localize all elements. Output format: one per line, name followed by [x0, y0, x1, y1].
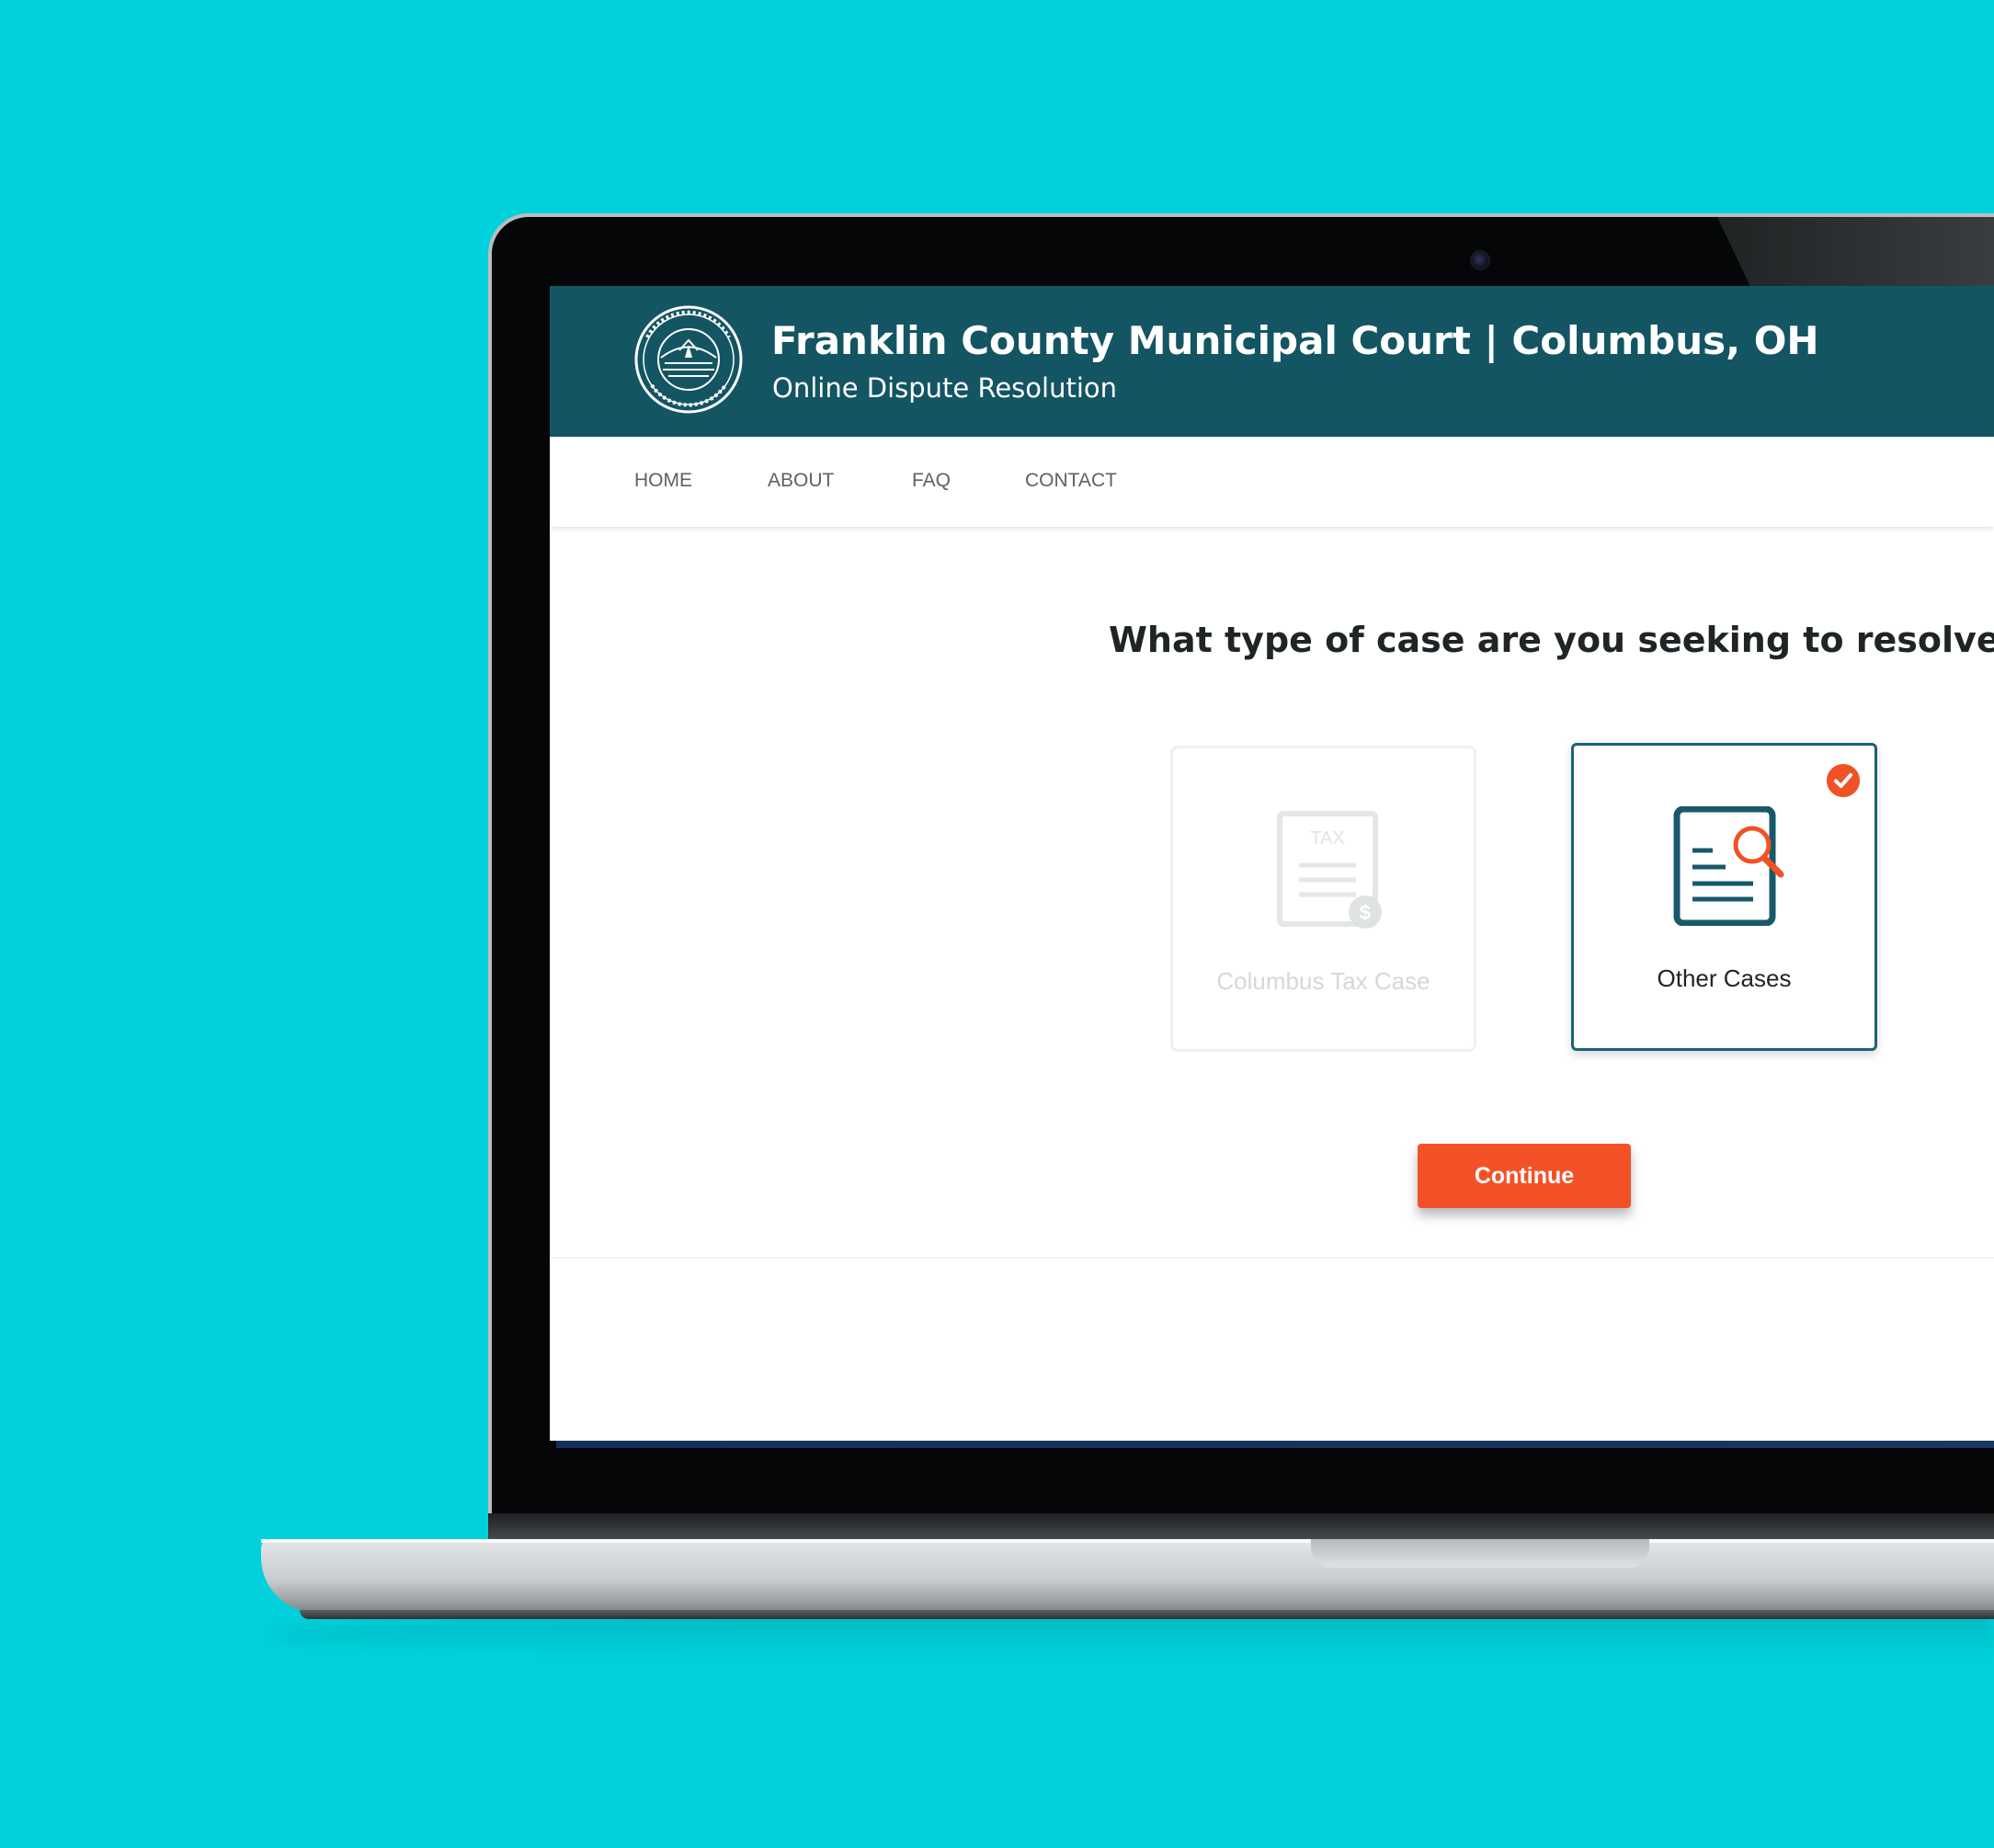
columbus-tax-case-label: Columbus Tax Case: [1216, 967, 1430, 995]
continue-button[interactable]: Continue: [1418, 1144, 1631, 1208]
bezel-glare: [1717, 217, 1994, 287]
page-subtitle: Online Dispute Resolution: [772, 372, 1118, 404]
site-header: Franklin County Municipal Court | Columb…: [550, 286, 1994, 437]
laptop-base: [261, 1539, 1994, 1613]
main-navigation: HOME ABOUT FAQ CONTACT: [550, 437, 1994, 527]
other-cases-option[interactable]: Other Cases: [1571, 743, 1877, 1051]
page-title: Franklin County Municipal Court | Columb…: [771, 318, 1819, 363]
content-divider: [550, 1257, 1994, 1259]
screen-bottom-strip: [556, 1441, 1994, 1448]
tax-document-icon: TAX $: [1277, 811, 1382, 929]
document-search-icon: [1673, 806, 1784, 926]
nav-about-link[interactable]: ABOUT: [768, 468, 834, 494]
nav-home-link[interactable]: HOME: [634, 468, 692, 494]
laptop-base-underside: [300, 1610, 1994, 1619]
laptop-mockup-scene: Franklin County Municipal Court | Columb…: [0, 0, 1994, 1848]
svg-text:$: $: [1360, 901, 1371, 924]
other-cases-label: Other Cases: [1657, 964, 1792, 992]
columbus-tax-case-option[interactable]: TAX $ Columbus Tax Case: [1170, 746, 1476, 1052]
browser-screen: Franklin County Municipal Court | Columb…: [550, 286, 1994, 1441]
selected-check-icon: [1827, 764, 1860, 797]
nav-faq-link[interactable]: FAQ: [912, 468, 951, 494]
laptop-base-highlight: [261, 1539, 1994, 1543]
tax-icon-text: TAX: [1310, 828, 1344, 849]
case-type-question: What type of case are you seeking to res…: [1109, 620, 1994, 660]
laptop-opening-notch: [1311, 1539, 1649, 1568]
nav-contact-link[interactable]: CONTACT: [1025, 468, 1117, 494]
county-seal-icon: [634, 305, 743, 414]
camera-icon: [1470, 250, 1490, 270]
